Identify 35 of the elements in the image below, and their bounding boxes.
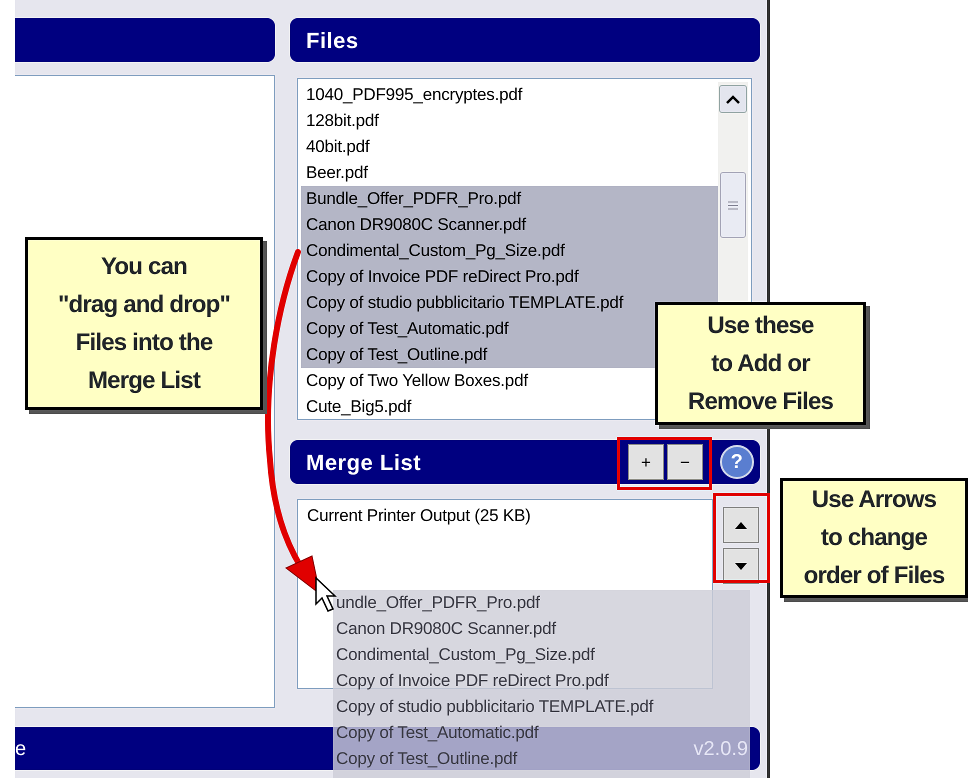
status-text: e	[15, 736, 26, 762]
file-item[interactable]: Copy of studio pubblicitario TEMPLATE.pdf	[301, 290, 718, 316]
scroll-thumb[interactable]	[720, 172, 746, 238]
chevron-up-icon	[726, 94, 740, 104]
move-up-button[interactable]	[723, 507, 759, 543]
file-item[interactable]: Beer.pdf	[301, 160, 718, 186]
dragged-file-name: Copy of Invoice PDF reDirect Pro.pdf	[335, 670, 608, 692]
grip-icon	[728, 200, 738, 210]
dragged-file-name: Copy of Test_Automatic.pdf	[335, 722, 538, 744]
files-header: Files	[290, 18, 760, 62]
file-item[interactable]: 128bit.pdf	[301, 108, 718, 134]
version-label: v2.0.9	[694, 736, 748, 762]
callout-text: Use Arrows to change order of Files	[804, 485, 944, 591]
dragged-file-name: Copy of Test_Outline.pdf	[335, 748, 518, 770]
remove-button[interactable]: −	[667, 444, 703, 480]
file-item[interactable]: Condimental_Custom_Pg_Size.pdf	[301, 238, 718, 264]
merge-list-item[interactable]: Current Printer Output (25 KB)	[302, 503, 708, 529]
move-down-button[interactable]	[723, 548, 759, 584]
file-item[interactable]: 40bit.pdf	[301, 134, 718, 160]
triangle-down-icon	[735, 562, 747, 570]
dragged-file-name: Canon DR9080C Scanner.pdf	[335, 618, 556, 640]
callout-text: You can "drag and drop" Files into the Merge List	[58, 252, 230, 396]
file-item[interactable]: Bundle_Offer_PDFR_Pro.pdf	[301, 186, 718, 212]
mouse-cursor-icon	[315, 576, 337, 612]
file-item[interactable]: 1040_PDF995_encryptes.pdf	[301, 82, 718, 108]
help-button[interactable]: ?	[720, 445, 754, 479]
dragged-file-name: Copy of studio pubblicitario TEMPLATE.pdf	[335, 696, 654, 718]
dragged-file-name: undle_Offer_PDFR_Pro.pdf	[335, 592, 540, 614]
file-item[interactable]: Canon DR9080C Scanner.pdf	[301, 212, 718, 238]
add-button[interactable]: +	[628, 444, 664, 480]
dragged-file-name: Condimental_Custom_Pg_Size.pdf	[335, 644, 595, 666]
triangle-up-icon	[735, 522, 747, 528]
merge-list-title: Merge List	[306, 448, 422, 477]
scroll-up-button[interactable]	[719, 85, 747, 113]
file-item[interactable]: Copy of Invoice PDF reDirect Pro.pdf	[301, 264, 718, 290]
